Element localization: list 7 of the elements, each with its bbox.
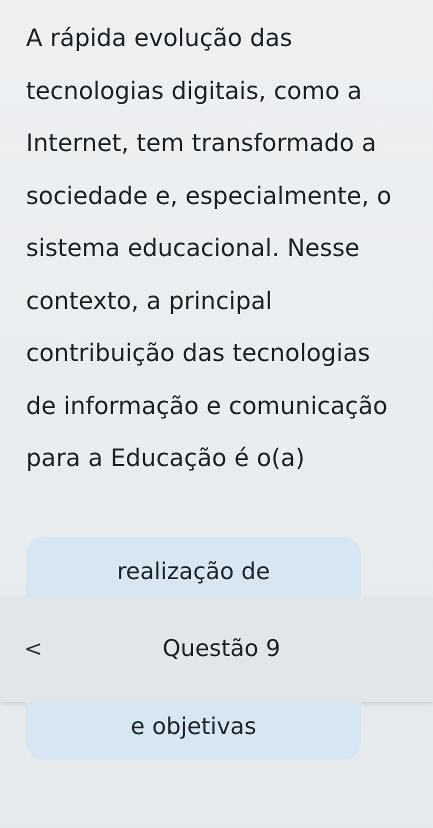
option-text: realização de xyxy=(116,558,270,584)
answer-option[interactable]: realização de xyxy=(26,536,361,596)
answer-option[interactable]: e objetivas xyxy=(26,702,361,760)
back-button[interactable]: < xyxy=(24,636,42,662)
question-text: A rápida evolução das tecnologias digitais, como a Internet, tem transformado a sociedade e, especialmente, o sistema educacional. Nesse contexto, a principal contribuição das tecnologias de informação e comunicação para a Educação é o(a) xyxy=(25,23,392,474)
header-title: Questão 9 xyxy=(162,636,280,662)
option-text: e objetivas xyxy=(130,714,256,740)
